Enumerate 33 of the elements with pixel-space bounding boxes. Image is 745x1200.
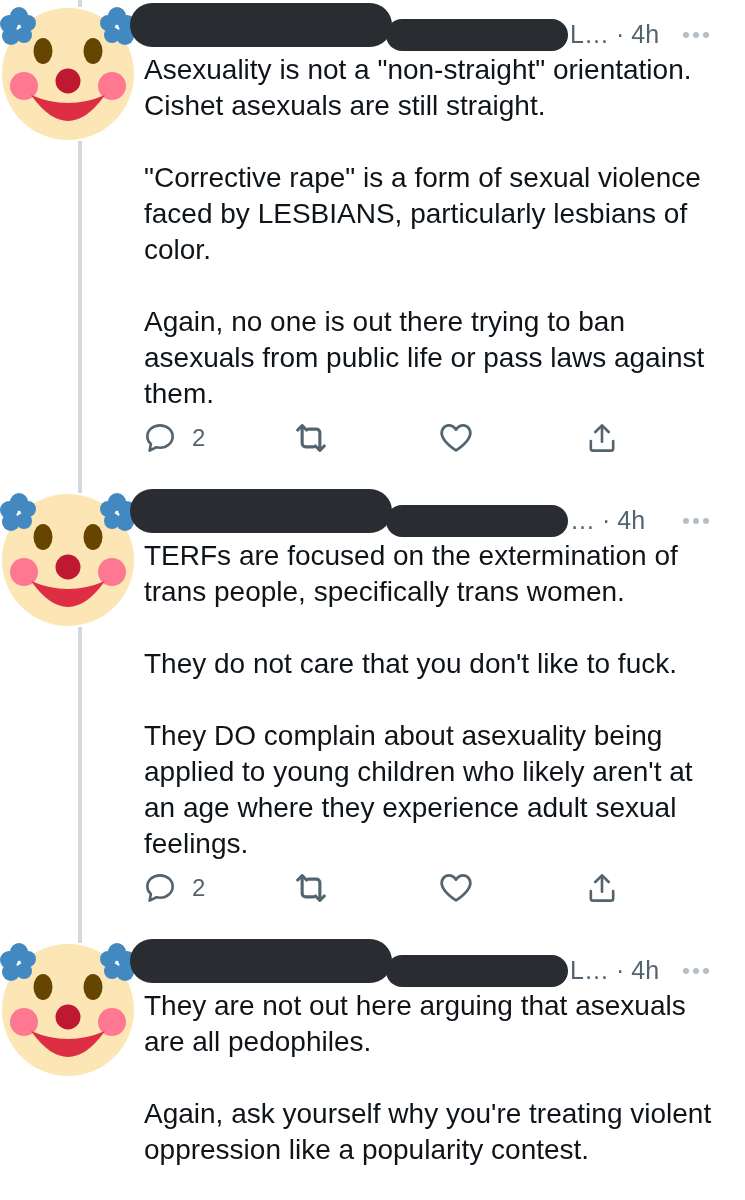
heart-icon bbox=[440, 424, 472, 452]
tweet-text: They do not care that you don't like to fuck. bbox=[144, 647, 678, 681]
timestamp[interactable]: 4h bbox=[631, 953, 660, 988]
user-handle[interactable]: … bbox=[570, 503, 595, 538]
timestamp[interactable]: 4h bbox=[631, 17, 660, 52]
heart-icon bbox=[440, 874, 472, 902]
retweet-button[interactable] bbox=[293, 874, 329, 902]
tweet-text: They are not out here arguing that asexuals are all pedophiles. bbox=[144, 989, 687, 1059]
share-icon bbox=[587, 874, 617, 902]
tweet-text: Again, no one is out there trying to ban asexuals from public life or pass laws against them. bbox=[144, 305, 706, 411]
timestamp[interactable]: 4h bbox=[617, 503, 646, 538]
tweet-text: TERFs are focused on the extermination of trans people, specifically trans women. bbox=[144, 539, 679, 609]
separator: · bbox=[615, 19, 625, 50]
repeat-arrows-icon bbox=[293, 874, 329, 902]
speech-bubble-icon bbox=[146, 874, 174, 902]
separator: · bbox=[615, 955, 625, 986]
share-icon bbox=[587, 424, 617, 452]
like-button[interactable] bbox=[440, 874, 472, 902]
speech-bubble-icon bbox=[146, 424, 174, 452]
share-button[interactable] bbox=[587, 874, 617, 902]
tweet-text: "Corrective rape" is a form of sexual violence faced by LESBIANS, particularly lesbians of color. bbox=[144, 161, 702, 267]
user-handle[interactable]: L… bbox=[570, 953, 609, 988]
repeat-arrows-icon bbox=[293, 424, 329, 452]
like-button[interactable] bbox=[440, 424, 472, 452]
share-button[interactable] bbox=[587, 424, 617, 452]
separator: · bbox=[602, 505, 611, 536]
retweet-button[interactable] bbox=[293, 424, 329, 452]
tweet-text: Again, ask yourself why you're treating violent oppression like a popularity contest. bbox=[144, 1097, 713, 1167]
tweet-text: Asexuality is not a "non-straight" orientation. Cishet asexuals are still straight. bbox=[144, 53, 693, 123]
user-handle[interactable]: L… bbox=[570, 17, 609, 52]
tweet-text: They DO complain about asexuality being applied to young children who likely aren't at an age where they experience adult sexual feelings. bbox=[144, 719, 694, 861]
reply-button[interactable]: 2 bbox=[146, 424, 206, 452]
reply-button[interactable]: 2 bbox=[146, 874, 206, 902]
